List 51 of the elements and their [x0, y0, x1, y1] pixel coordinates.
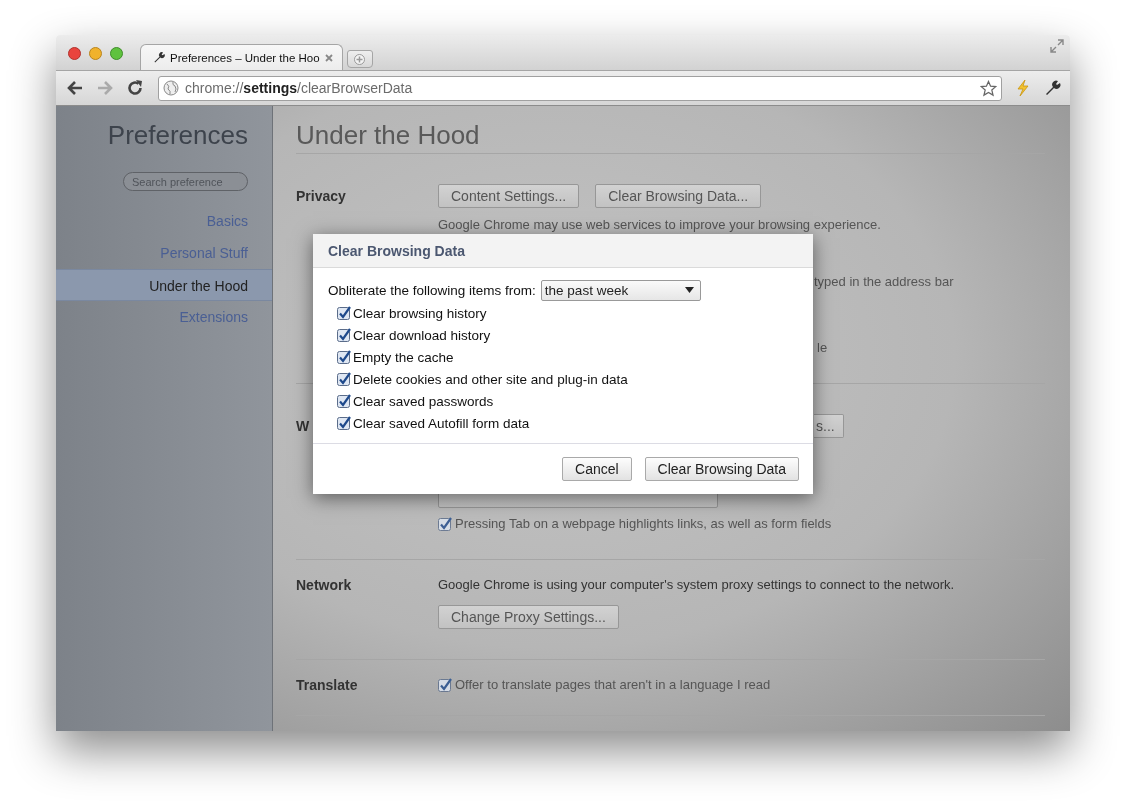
checkbox-label: Delete cookies and other site and plug-in data [353, 371, 628, 387]
checkbox-label: Empty the cache [353, 349, 454, 365]
checkbox[interactable] [337, 328, 351, 342]
checkbox-label: Clear saved Autofill form data [353, 415, 530, 431]
checkbox[interactable] [337, 306, 351, 320]
wrench-icon[interactable] [1044, 79, 1062, 97]
plus-icon [354, 53, 366, 65]
settings-button[interactable]: Clear Browsing Data... [595, 184, 762, 208]
setting-text: typed in the address bar [814, 273, 954, 291]
star-icon[interactable] [980, 79, 997, 97]
reload-icon[interactable] [126, 79, 144, 97]
setting-text: le [817, 339, 828, 357]
settings-button[interactable]: Content Settings... [438, 184, 580, 208]
checkbox[interactable] [337, 394, 351, 408]
cancel-button[interactable]: Cancel [562, 457, 632, 481]
option-label: Offer to translate pages that aren't in a language I read [455, 676, 771, 694]
clear-data-button[interactable]: Clear Browsing Data [644, 457, 799, 481]
period-label: Obliterate the following items from: [328, 282, 536, 298]
back-icon[interactable] [66, 79, 84, 97]
checkbox[interactable] [438, 678, 452, 692]
close-icon[interactable] [68, 47, 81, 60]
proxy-settings-button[interactable]: Change Proxy Settings... [438, 605, 619, 629]
dialog-title: Clear Browsing Data [328, 242, 465, 259]
checkbox[interactable] [337, 350, 351, 364]
period-dropdown[interactable]: the past week [540, 279, 701, 301]
sidebar-title: Preferences [106, 120, 249, 150]
checkbox[interactable] [337, 416, 351, 430]
search-field[interactable]: Search preference [123, 172, 248, 191]
section-label: Privacy [296, 187, 346, 206]
privacy-description: Google Chrome may use web services to improve your browsing experience. [438, 216, 881, 234]
sidebar-item[interactable]: Under the Hood [56, 269, 272, 301]
checkbox-label: Clear browsing history [353, 305, 487, 321]
checkbox-label: Clear saved passwords [353, 393, 494, 409]
fullscreen-icon[interactable] [1050, 39, 1064, 53]
close-icon[interactable] [323, 52, 334, 63]
checkbox-label: Clear download history [353, 327, 491, 343]
address-bar[interactable]: chrome://settings/clearBrowserData [158, 75, 1002, 101]
browser-tab[interactable]: Preferences – Under the Hoo [140, 44, 343, 70]
settings-button[interactable]: s... [814, 414, 844, 438]
section-label: W [296, 417, 310, 436]
checkbox[interactable] [337, 372, 351, 386]
wrench-icon [153, 51, 166, 64]
network-description: Google Chrome is using your computer's system proxy settings to connect to the network. [438, 576, 955, 594]
zoom-icon[interactable] [110, 47, 123, 60]
section-label: Translate [296, 676, 358, 694]
checkbox[interactable] [438, 517, 452, 531]
option-label: Pressing Tab on a webpage highlights links, as well as form fields [455, 515, 832, 533]
section-label: Network [296, 576, 352, 594]
caret-icon [684, 287, 694, 293]
page-title: Under the Hood [296, 106, 1045, 154]
globe-icon [163, 80, 179, 96]
